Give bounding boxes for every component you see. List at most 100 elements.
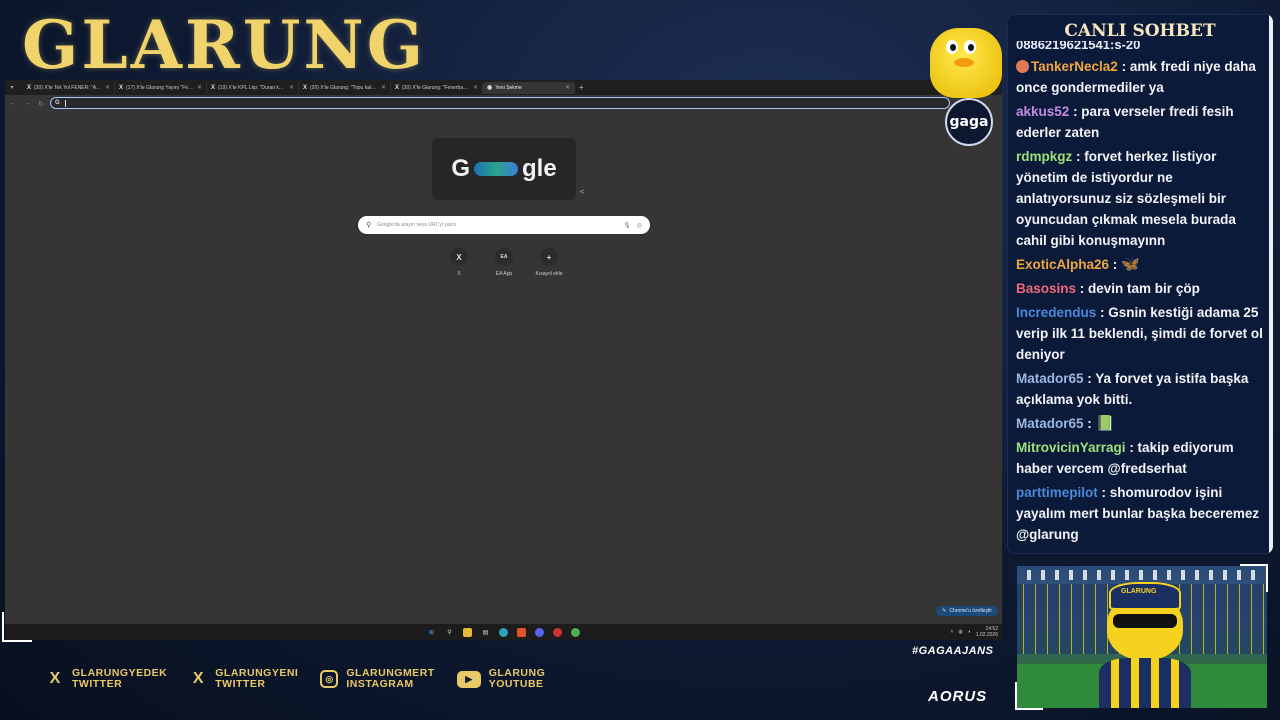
browser-tab[interactable]: X (20) X'te Glarung: "Topu kalep… ✕ (299, 81, 391, 94)
mascot-eye (964, 40, 976, 54)
new-tab-button[interactable]: + (579, 83, 584, 92)
forward-icon[interactable]: → (23, 100, 31, 107)
chat-message: parttimepilot : shomurodov işini yayalım… (1016, 482, 1265, 545)
tab-close-icon[interactable]: ✕ (197, 84, 202, 91)
social-platform: TWITTER (215, 678, 266, 690)
social-platform: TWITTER (72, 678, 123, 690)
tab-title: (20) X'te Glarung: "Topu kalep… (310, 84, 378, 91)
chat-message: akkus52 : para verseler fredi fesih eder… (1016, 101, 1265, 143)
tab-close-icon[interactable]: ✕ (105, 84, 110, 91)
brand-logo: GLARUNG (22, 6, 427, 84)
chat-username[interactable]: akkus52 (1016, 104, 1069, 119)
chat-username[interactable]: Matador65 (1016, 371, 1084, 386)
store-icon[interactable]: ▤ (481, 628, 490, 637)
x-icon: X (211, 84, 216, 91)
chat-message: TankerNecla2 : amk fredi niye daha once … (1016, 56, 1265, 98)
edge-icon[interactable] (499, 627, 508, 637)
google-icon: G (55, 100, 60, 106)
social-instagram[interactable]: ◎ GLARUNGMERT INSTAGRAM (320, 668, 434, 690)
browser-tab[interactable]: X (19) X'te KPL Lkp: "Duran kas ol… ✕ (207, 81, 299, 94)
shortcut-label: X (457, 271, 461, 277)
chevron-up-icon[interactable]: ˄ (950, 629, 953, 635)
tab-title: (17) X'te Glarung Yayını "Fener… (126, 84, 194, 91)
chat-message: Matador65 : 📗 (1016, 413, 1265, 434)
x-icon: X (49, 670, 61, 687)
chat-message: Incredendus : Gsnin kestiği adama 25 ver… (1016, 302, 1265, 365)
tab-title: (20) X'te Glarung: "Fenerbahçe… (402, 84, 470, 91)
chat-username[interactable]: TankerNecla2 (1031, 59, 1118, 74)
social-platform: YOUTUBE (488, 678, 544, 690)
shortcut-label: EA App (495, 271, 513, 277)
frame-corner (1240, 564, 1268, 592)
file-explorer-icon[interactable] (463, 627, 472, 637)
frame-corner (1015, 682, 1043, 710)
tab-close-icon[interactable]: ✕ (565, 84, 570, 91)
aorus-logo: AORUS (928, 688, 988, 705)
social-twitter-yeni[interactable]: X GLARUNGYENI TWITTER (189, 668, 298, 690)
tab-search-icon[interactable]: ▾ (7, 83, 17, 93)
chat-username[interactable]: Matador65 (1016, 416, 1084, 431)
brave-icon[interactable] (517, 627, 526, 637)
frame-corner (2, 612, 32, 642)
chat-message-list: 0886219621541:s-20 TankerNecla2 : amk fr… (1007, 41, 1273, 545)
x-icon: X (395, 84, 400, 91)
social-twitter-yedek[interactable]: X GLARUNGYEDEK TWITTER (46, 668, 167, 690)
browser-tab[interactable]: X (17) X'te Glarung Yayını "Fener… ✕ (115, 81, 207, 94)
browser-tab[interactable]: X (20) X'te Glarung: "Fenerbahçe… ✕ (391, 81, 483, 94)
plus-icon: + (540, 248, 558, 266)
chat-username[interactable]: Basosins (1016, 281, 1076, 296)
tab-strip: ▾ X (20) X'te Tek Yol FENER: "Avrup… ✕ X… (5, 80, 1002, 95)
avatar-sunglasses (1113, 614, 1177, 628)
customize-chrome-button[interactable]: ✎ Chrome'u özelleştir (936, 606, 998, 616)
reload-icon[interactable]: ↻ (37, 100, 45, 108)
doodle-creature-icon (473, 162, 518, 176)
volume-icon[interactable]: ◖ (968, 629, 971, 635)
shortcut-x[interactable]: X X (445, 248, 473, 277)
chat-username[interactable]: MitrovicinYarragi (1016, 440, 1126, 455)
back-icon[interactable]: ← (9, 100, 17, 107)
tab-title: (19) X'te KPL Lkp: "Duran kas ol… (218, 84, 286, 91)
chrome-icon[interactable] (571, 627, 580, 637)
app-icon[interactable] (553, 627, 562, 637)
emote-icon: 📗 (1095, 415, 1115, 432)
user-avatar (1016, 60, 1029, 73)
browser-tab-active[interactable]: ◉ Yeni Sekme ✕ (483, 81, 575, 94)
windows-start-icon[interactable]: ⊞ (427, 628, 436, 637)
discord-icon[interactable] (535, 627, 544, 637)
tab-title: Yeni Sekme (495, 84, 522, 91)
chat-username[interactable]: Incredendus (1016, 305, 1096, 320)
gaga-badge: gaga (945, 98, 993, 146)
chat-username[interactable]: parttimepilot (1016, 485, 1098, 500)
share-icon[interactable]: < (580, 189, 584, 196)
address-bar[interactable]: G (50, 97, 950, 109)
lens-icon[interactable]: ◎ (637, 222, 642, 229)
social-youtube[interactable]: ▶ GLARUNG YOUTUBE (456, 668, 546, 690)
chat-username[interactable]: rdmpkgz (1016, 149, 1072, 164)
google-doodle[interactable]: G gle (432, 138, 576, 200)
chat-message: Basosins : devin tam bir çöp (1016, 278, 1265, 299)
chat-message: ExoticAlpha26 : 🦋 (1016, 254, 1265, 275)
mascot-beak (954, 58, 974, 67)
chat-username[interactable]: ExoticAlpha26 (1016, 257, 1109, 272)
chat-text: : (1087, 416, 1096, 431)
clock[interactable]: 14:52 1.02.2026 (976, 626, 998, 638)
google-search-box[interactable]: ⚲ Google'da arayın veya URL'yi yazın 🎙 ◎ (358, 216, 650, 234)
browser-toolbar: ← → ↻ G (5, 95, 1002, 112)
chat-text: : (1112, 257, 1122, 272)
mascot-eye (946, 40, 958, 54)
vtuber-avatar: GLARUNG (1099, 576, 1191, 708)
tab-close-icon[interactable]: ✕ (473, 84, 478, 91)
shortcut-add[interactable]: + Kısayol ekle (535, 248, 563, 277)
chat-scrollbar[interactable] (1269, 14, 1273, 554)
microphone-icon[interactable]: 🎙 (623, 222, 631, 229)
shortcut-ea-app[interactable]: EA EA App (490, 248, 518, 277)
network-icon[interactable]: ◍ (958, 629, 962, 635)
tab-close-icon[interactable]: ✕ (381, 84, 386, 91)
search-icon[interactable]: ⚲ (445, 628, 454, 637)
browser-tab[interactable]: X (20) X'te Tek Yol FENER: "Avrup… ✕ (23, 81, 115, 94)
chat-message: rdmpkgz : forvet herkez listiyor yönetim… (1016, 146, 1265, 251)
tab-close-icon[interactable]: ✕ (289, 84, 294, 91)
clock-date: 1.02.2026 (975, 632, 998, 638)
x-icon: X (303, 84, 308, 91)
customize-label: Chrome'u özelleştir (949, 608, 992, 614)
